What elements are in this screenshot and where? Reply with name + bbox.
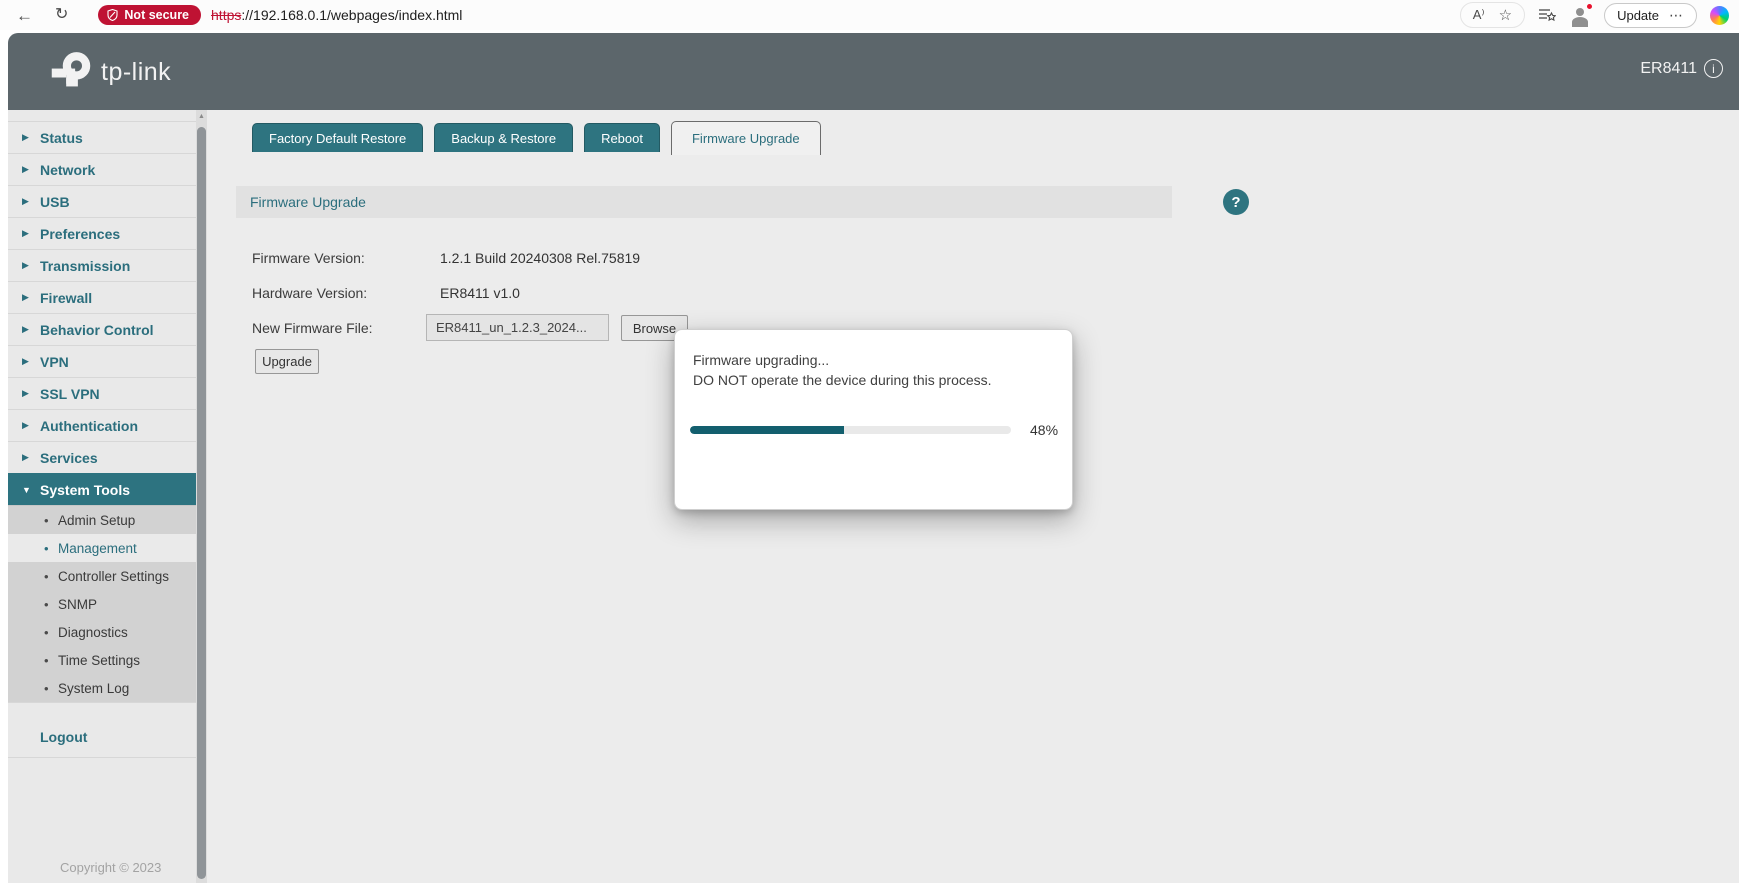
chevron-right-icon: ▶ xyxy=(22,452,29,462)
chevron-right-icon: ▶ xyxy=(22,164,29,174)
scroll-up-icon[interactable]: ▲ xyxy=(196,113,207,120)
chevron-right-icon: ▶ xyxy=(22,260,29,270)
section-header: Firmware Upgrade xyxy=(236,186,1172,218)
sidebar-scrollbar[interactable]: ▲ xyxy=(196,110,207,883)
tp-link-mark-icon xyxy=(51,52,91,87)
router-admin-app: tp-link ER8411 i ▶ Status ▶ Network ▶ US… xyxy=(8,33,1739,883)
screen: ← ↻ Not secure https://192.168.0.1/webpa… xyxy=(0,0,1739,883)
logout-block: Logout xyxy=(8,702,196,758)
bullet-icon: • xyxy=(44,568,49,584)
notification-dot xyxy=(1585,2,1595,11)
sidebar-item-controller-settings[interactable]: • Controller Settings xyxy=(8,562,196,590)
upgrading-message: Firmware upgrading... xyxy=(693,352,830,368)
sidebar-item-admin-setup[interactable]: • Admin Setup xyxy=(8,506,196,534)
not-secure-label: Not secure xyxy=(124,8,190,22)
sidebar-item-status[interactable]: ▶ Status xyxy=(8,121,196,153)
info-icon[interactable]: i xyxy=(1704,59,1723,78)
bullet-icon: • xyxy=(44,652,49,668)
address-bar[interactable]: https://192.168.0.1/webpages/index.html xyxy=(211,7,462,23)
bullet-icon: • xyxy=(44,680,49,696)
progress-bar xyxy=(690,426,1011,434)
sidebar-item-behavior-control[interactable]: ▶ Behavior Control xyxy=(8,313,196,345)
app-header: tp-link ER8411 i xyxy=(8,33,1739,110)
chevron-right-icon: ▶ xyxy=(22,324,29,334)
sidebar-item-authentication[interactable]: ▶ Authentication xyxy=(8,409,196,441)
sidebar-item-preferences[interactable]: ▶ Preferences xyxy=(8,217,196,249)
firmware-upgrading-dialog: Firmware upgrading... DO NOT operate the… xyxy=(674,329,1073,510)
progress-percent: 48% xyxy=(1030,422,1059,438)
tab-factory-default-restore[interactable]: Factory Default Restore xyxy=(252,123,424,152)
bullet-icon: • xyxy=(44,540,49,556)
section-title: Firmware Upgrade xyxy=(250,194,366,210)
logout-link[interactable]: Logout xyxy=(40,729,87,745)
tab-backup-restore[interactable]: Backup & Restore xyxy=(434,123,574,152)
sidebar-nav: ▶ Status ▶ Network ▶ USB ▶ Preferences ▶ xyxy=(8,110,196,883)
sidebar-item-network[interactable]: ▶ Network xyxy=(8,153,196,185)
sidebar-item-system-log[interactable]: • System Log xyxy=(8,674,196,702)
refresh-icon[interactable]: ↻ xyxy=(55,7,68,23)
help-icon[interactable]: ? xyxy=(1223,189,1249,215)
firmware-version-value: 1.2.1 Build 20240308 Rel.75819 xyxy=(440,250,641,266)
favorites-list-icon[interactable] xyxy=(1538,7,1557,23)
chevron-right-icon: ▶ xyxy=(22,356,29,366)
hardware-version-label: Hardware Version: xyxy=(252,285,368,301)
back-icon[interactable]: ← xyxy=(16,7,33,24)
bullet-icon: • xyxy=(44,512,49,528)
bullet-icon: • xyxy=(44,624,49,640)
copilot-icon[interactable] xyxy=(1710,5,1729,25)
browser-update-button[interactable]: Update ⋯ xyxy=(1604,2,1697,28)
sidebar-item-system-tools[interactable]: ▼ System Tools xyxy=(8,473,196,505)
chevron-right-icon: ▶ xyxy=(22,388,29,398)
chevron-right-icon: ▶ xyxy=(22,196,29,206)
not-secure-badge[interactable]: Not secure xyxy=(98,5,202,25)
not-secure-shield-icon xyxy=(107,9,118,21)
sidebar-item-diagnostics[interactable]: • Diagnostics xyxy=(8,618,196,646)
sidebar-item-snmp[interactable]: • SNMP xyxy=(8,590,196,618)
read-aloud-icon[interactable]: A⁾ xyxy=(1473,7,1485,23)
firmware-version-label: Firmware Version: xyxy=(252,250,365,266)
chevron-right-icon: ▶ xyxy=(22,292,29,302)
sidebar-item-usb[interactable]: ▶ USB xyxy=(8,185,196,217)
new-firmware-file-input[interactable] xyxy=(426,314,609,341)
chevron-right-icon: ▶ xyxy=(22,132,29,142)
sidebar-item-time-settings[interactable]: • Time Settings xyxy=(8,646,196,674)
hardware-version-value: ER8411 v1.0 xyxy=(440,285,520,301)
url-scheme: https xyxy=(211,7,242,23)
tp-link-logo: tp-link xyxy=(48,50,171,94)
model-label: ER8411 xyxy=(1640,59,1697,77)
chevron-down-icon: ▼ xyxy=(22,484,31,495)
favorite-star-icon[interactable]: ☆ xyxy=(1499,6,1512,24)
sidebar-item-management[interactable]: • Management xyxy=(8,534,196,562)
main-content: Factory Default Restore Backup & Restore… xyxy=(207,110,1739,883)
sidebar-item-services[interactable]: ▶ Services xyxy=(8,441,196,473)
chevron-right-icon: ▶ xyxy=(22,420,29,430)
browser-menu-icon[interactable]: ⋯ xyxy=(1669,7,1684,24)
warning-message: DO NOT operate the device during this pr… xyxy=(693,372,992,388)
copyright-text: Copyright © 2023 xyxy=(60,860,162,875)
sidebar-item-transmission[interactable]: ▶ Transmission xyxy=(8,249,196,281)
upgrade-button[interactable]: Upgrade xyxy=(255,349,319,374)
new-firmware-label: New Firmware File: xyxy=(252,320,373,336)
bullet-icon: • xyxy=(44,596,49,612)
sidebar-item-vpn[interactable]: ▶ VPN xyxy=(8,345,196,377)
update-label: Update xyxy=(1617,7,1659,23)
profile-avatar[interactable] xyxy=(1569,2,1595,27)
browser-chrome: ← ↻ Not secure https://192.168.0.1/webpa… xyxy=(0,0,1739,30)
url-rest: ://192.168.0.1/webpages/index.html xyxy=(241,7,463,23)
chevron-right-icon: ▶ xyxy=(22,228,29,238)
toolbar-icon-group: A⁾ ☆ xyxy=(1459,2,1526,28)
sidebar-item-firewall[interactable]: ▶ Firewall xyxy=(8,281,196,313)
progress-fill xyxy=(690,426,845,434)
tab-reboot[interactable]: Reboot xyxy=(584,123,660,152)
chrome-right-cluster: A⁾ ☆ Update ⋯ xyxy=(1459,2,1729,28)
tab-bar: Factory Default Restore Backup & Restore… xyxy=(252,121,821,155)
system-tools-submenu: • Admin Setup • Management • Controller … xyxy=(8,505,196,702)
scrollbar-thumb[interactable] xyxy=(197,127,206,879)
brand-name: tp-link xyxy=(101,57,172,86)
tab-firmware-upgrade[interactable]: Firmware Upgrade xyxy=(670,121,821,155)
sidebar-item-ssl-vpn[interactable]: ▶ SSL VPN xyxy=(8,377,196,409)
main-menu: ▶ Status ▶ Network ▶ USB ▶ Preferences ▶ xyxy=(8,110,196,758)
device-model: ER8411 i xyxy=(1640,59,1723,78)
